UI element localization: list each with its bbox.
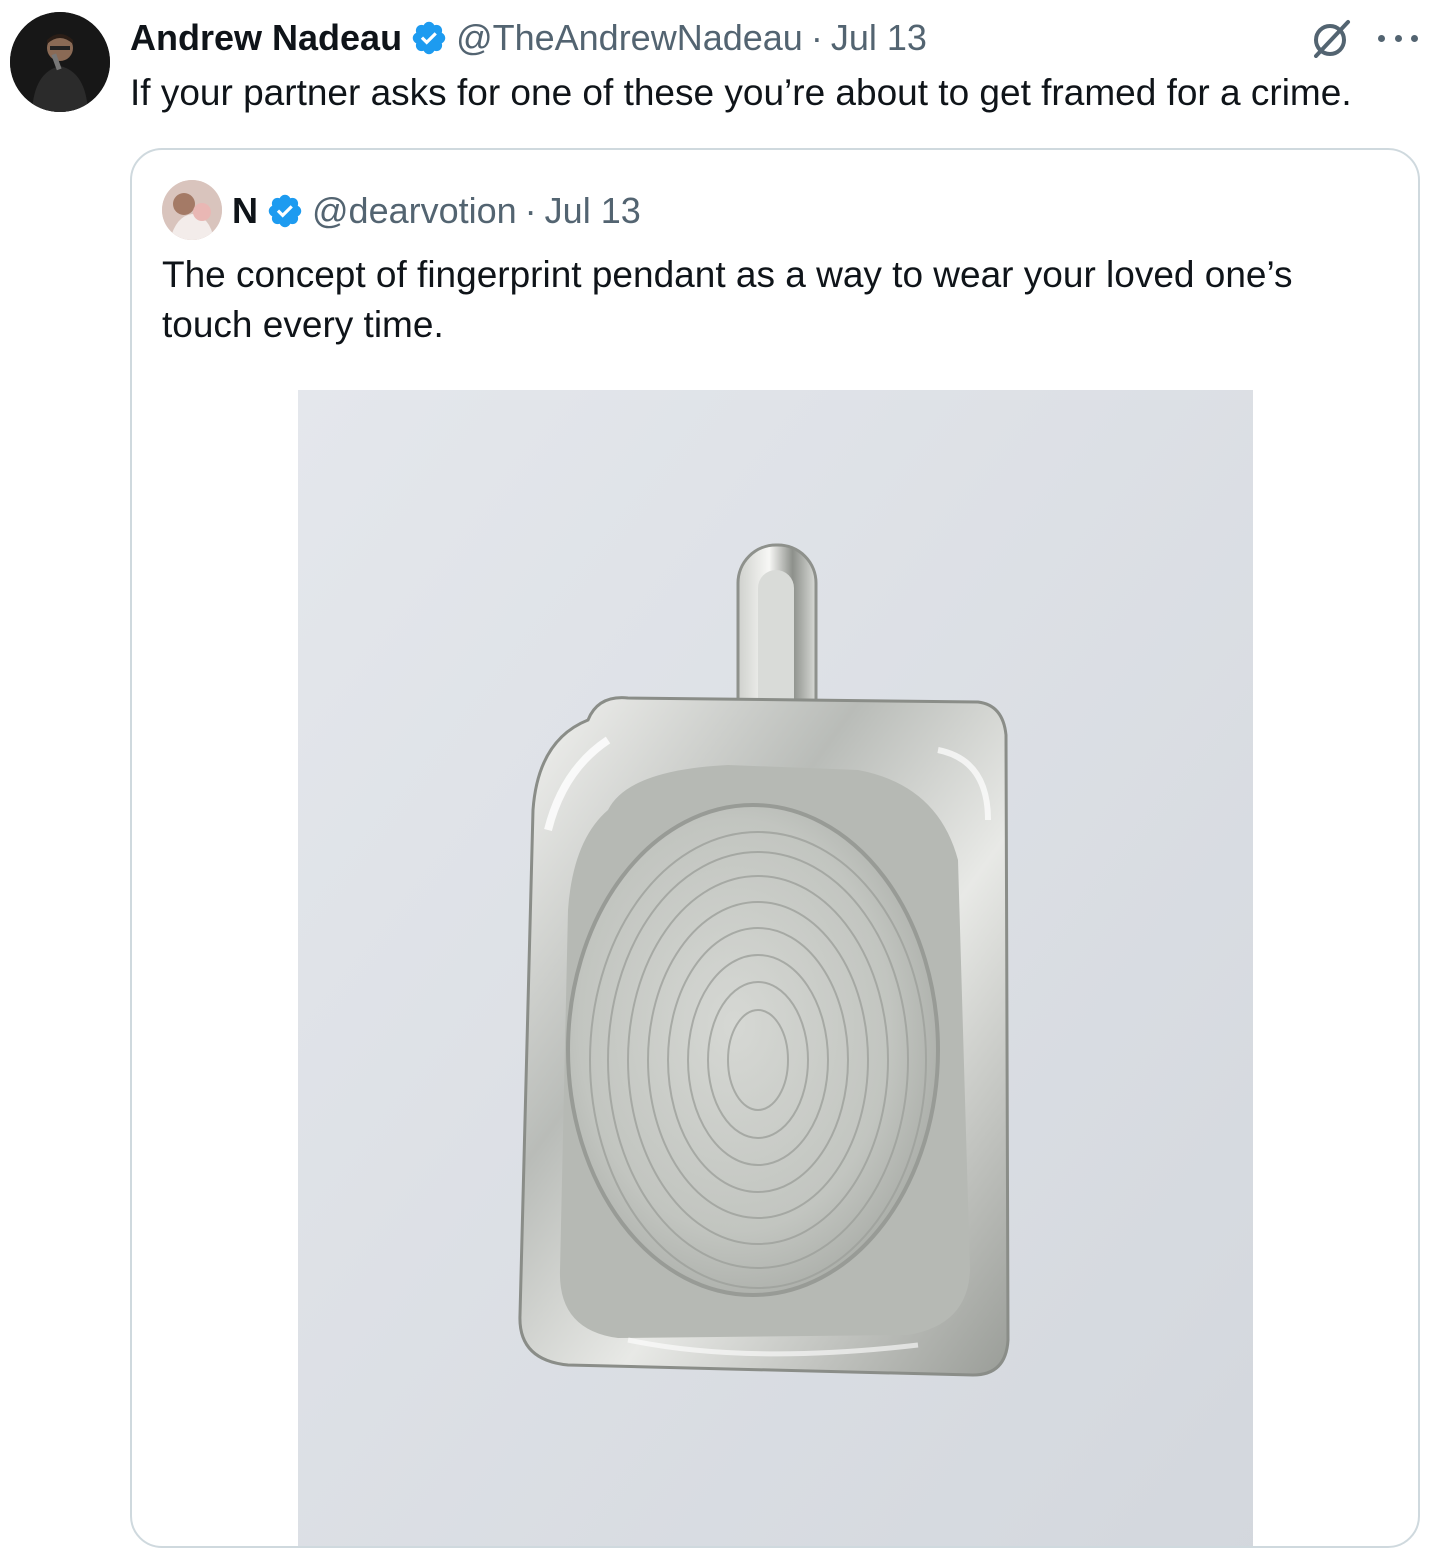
tweet-date[interactable]: Jul 13: [831, 17, 927, 59]
separator-dot: ·: [810, 17, 823, 58]
more-options-icon[interactable]: [1378, 30, 1418, 46]
tweet-header: Andrew Nadeau @TheAndrewNadeau · Jul 13: [130, 14, 927, 62]
quoted-avatar-image: [162, 180, 222, 240]
pendant-illustration: [298, 390, 1253, 1546]
verified-badge-icon: [266, 192, 304, 230]
quoted-author-handle[interactable]: @dearvotion: [312, 190, 517, 232]
quoted-tweet-date[interactable]: Jul 13: [545, 190, 641, 232]
more-dot-icon: [1378, 34, 1385, 42]
tweet-text: If your partner asks for one of these yo…: [130, 72, 1352, 113]
author-name[interactable]: Andrew Nadeau: [130, 17, 402, 59]
grok-icon[interactable]: [1308, 18, 1356, 58]
author-avatar-image: [10, 12, 110, 112]
fingerprint-pendant-photo[interactable]: [298, 390, 1253, 1546]
quoted-author-name[interactable]: N: [232, 190, 258, 232]
quoted-author-avatar[interactable]: [162, 180, 222, 240]
quoted-tweet-card[interactable]: N @dearvotion · Jul 13 The concept of fi…: [130, 148, 1420, 1548]
more-dot-icon: [1411, 34, 1418, 42]
author-avatar[interactable]: [10, 12, 110, 112]
separator-dot: ·: [524, 190, 537, 231]
more-dot-icon: [1394, 34, 1402, 42]
verified-badge-icon: [410, 19, 448, 57]
quoted-tweet-text: The concept of fingerprint pendant as a …: [162, 254, 1293, 345]
author-handle[interactable]: @TheAndrewNadeau: [456, 17, 803, 59]
quoted-tweet-header: N @dearvotion · Jul 13: [232, 186, 641, 236]
